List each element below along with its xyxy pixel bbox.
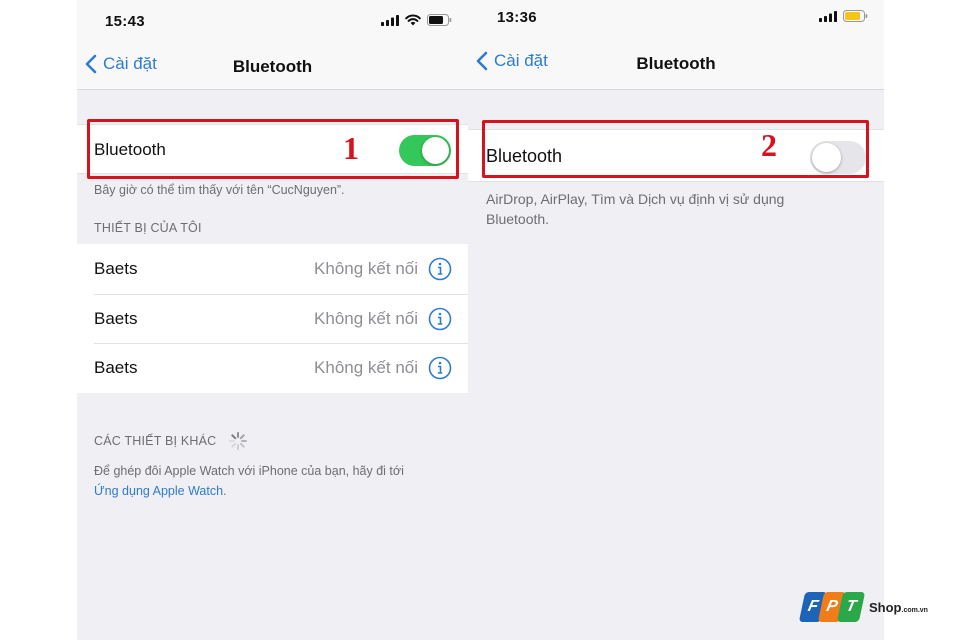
logo-domain: .com.vn	[901, 606, 928, 614]
battery-icon	[843, 10, 868, 22]
device-status: Không kết nối	[314, 308, 418, 328]
bluetooth-label: Bluetooth	[94, 140, 166, 159]
other-devices-label: CÁC THIẾT BỊ KHÁC	[94, 434, 217, 448]
other-devices-header: CÁC THIẾT BỊ KHÁC	[94, 431, 248, 451]
logo-letter-t: T	[836, 592, 866, 622]
my-devices-header: THIẾT BỊ CỦA TÔI	[94, 221, 202, 235]
device-name: Baets	[94, 358, 138, 377]
battery-icon	[427, 14, 452, 26]
annotation-number-1: 1	[343, 130, 359, 166]
wifi-icon	[405, 14, 421, 26]
apple-watch-suffix: .	[223, 484, 227, 498]
bluetooth-off-text: AirDrop, AirPlay, Tìm và Dịch vụ định vị…	[486, 191, 785, 227]
toggle-knob	[422, 137, 449, 164]
status-icons	[381, 14, 452, 26]
loading-spinner-icon	[229, 432, 248, 450]
annotation-number-2: 2	[761, 127, 777, 163]
page-title: Bluetooth	[232, 57, 313, 76]
device-status: Không kết nối	[314, 259, 418, 278]
apple-watch-text: Để ghép đôi Apple Watch với iPhone của b…	[94, 461, 404, 501]
logo-brand-text: Shop	[869, 599, 902, 615]
apple-watch-description: Để ghép đôi Apple Watch với iPhone của b…	[94, 464, 404, 478]
apple-watch-app-link[interactable]: Ứng dụng Apple Watch	[94, 484, 223, 498]
info-icon[interactable]	[428, 307, 452, 331]
nav-bar: Cài đặt Bluetooth	[468, 36, 884, 90]
device-row[interactable]: Baets Không kết nối	[77, 244, 468, 294]
info-icon[interactable]	[428, 356, 452, 380]
status-time: 13:36	[497, 9, 537, 26]
signal-icon	[819, 10, 837, 22]
device-name: Baets	[94, 308, 138, 328]
nav-bar: Cài đặt Bluetooth	[77, 40, 468, 90]
device-row[interactable]: Baets Không kết nối	[77, 343, 468, 393]
signal-icon	[381, 14, 399, 26]
page-title: Bluetooth	[636, 54, 716, 73]
bluetooth-label: Bluetooth	[486, 146, 563, 166]
right-screen: 13:36 Cài đặt Bluetooth Bluetooth AirDro…	[468, 0, 884, 640]
bluetooth-toggle[interactable]	[810, 141, 866, 174]
bluetooth-toggle[interactable]	[399, 135, 451, 166]
logo-brand: Shop.com.vn	[869, 600, 928, 615]
device-status: Không kết nối	[314, 358, 418, 377]
status-icons	[819, 10, 868, 22]
fpt-shop-logo: F P T Shop.com.vn	[798, 592, 928, 622]
bluetooth-row: Bluetooth	[77, 124, 468, 174]
left-screen: 15:43 Cài đặt Bluetooth Bluetooth Bây gi…	[77, 0, 468, 640]
discoverable-text: Bây giờ có thể tìm thấy với tên “CucNguy…	[94, 183, 345, 197]
my-devices-list: Baets Không kết nối Baets Không kết nối …	[77, 244, 468, 393]
toggle-knob	[812, 143, 841, 172]
device-row[interactable]: Baets Không kết nối	[77, 293, 468, 344]
info-icon[interactable]	[428, 257, 452, 281]
status-bar: 13:36	[468, 0, 884, 36]
device-name: Baets	[94, 259, 138, 278]
status-time: 15:43	[105, 13, 145, 30]
status-bar: 15:43	[77, 0, 468, 40]
bluetooth-row: Bluetooth	[468, 129, 884, 182]
